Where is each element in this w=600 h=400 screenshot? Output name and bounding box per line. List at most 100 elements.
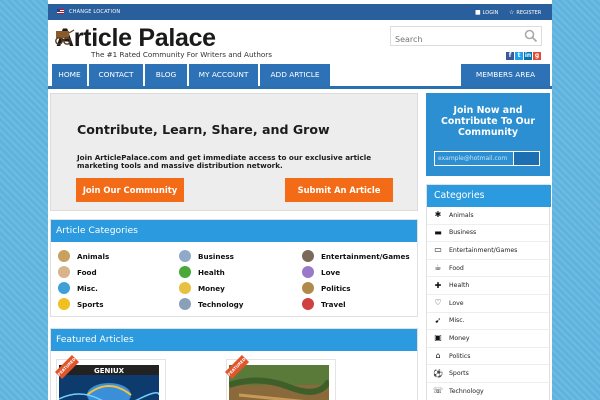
category-label: Entertainment/Games <box>321 251 410 261</box>
featured-articles-box: Featured Articles GENIUX FEATURED FEATUR… <box>50 328 418 400</box>
sidebar-item-label: Technology <box>449 387 484 395</box>
category-label: Money <box>198 283 225 293</box>
category-item[interactable]: Entertainment/Games <box>302 250 410 262</box>
sidebar-item[interactable]: ⌂ Politics <box>427 348 551 366</box>
phone-icon: ☏ <box>433 386 444 396</box>
sidebar-item-label: Misc. <box>449 317 465 325</box>
nav-members-area[interactable]: MEMBERS AREA <box>461 64 550 86</box>
health-icon <box>179 266 191 278</box>
category-label: Food <box>77 267 97 277</box>
sidebar-item[interactable]: ⚽ Sports <box>427 365 551 383</box>
nav-my-account[interactable]: MY ACCOUNT <box>189 64 258 86</box>
sidebar-item-label: Animals <box>449 211 474 219</box>
sidebar-item-label: Health <box>449 282 470 290</box>
food-icon <box>58 266 70 278</box>
briefcase-icon: ▬ <box>434 227 442 237</box>
social-links: f t in g <box>506 52 541 60</box>
category-item[interactable]: Health <box>179 266 225 278</box>
heart-icon: ♡ <box>434 298 442 308</box>
sidebar-item-label: Money <box>449 334 470 342</box>
love-icon <box>302 266 314 278</box>
featured-articles-title: Featured Articles <box>51 329 417 351</box>
category-item[interactable]: Technology <box>179 298 244 310</box>
sidebar-item-label: Politics <box>449 352 471 360</box>
googleplus-icon[interactable]: g <box>533 52 541 60</box>
category-item[interactable]: Animals <box>58 250 109 262</box>
travel-icon <box>302 298 314 310</box>
money-icon: ▣ <box>434 333 442 343</box>
hero-text: Join ArticlePalace.com and get immediate… <box>77 153 372 171</box>
linkedin-icon[interactable]: in <box>524 52 532 60</box>
misc-icon <box>58 282 70 294</box>
nav-blog[interactable]: BLOG <box>145 64 187 86</box>
category-item[interactable]: Sports <box>58 298 104 310</box>
sidebar-item-label: Business <box>449 229 477 237</box>
category-label: Travel <box>321 299 346 309</box>
register-link[interactable]: ☆ REGISTER <box>509 9 541 16</box>
sidebar-item[interactable]: ▬ Business <box>427 225 551 243</box>
page: CHANGE LOCATION ■ LOGIN ☆ REGISTER Article… <box>48 0 552 400</box>
sidebar-item[interactable]: ▭ Entertainment/Games <box>427 242 551 260</box>
category-item[interactable]: Misc. <box>58 282 98 294</box>
search-input[interactable] <box>391 30 516 49</box>
politics-icon <box>302 282 314 294</box>
sidebar-item[interactable]: ☕ Food <box>427 260 551 278</box>
category-label: Politics <box>321 283 351 293</box>
category-label: Misc. <box>77 283 98 293</box>
gamepad-icon: ▭ <box>434 245 442 255</box>
join-community-button[interactable]: Join Our Community <box>76 178 184 202</box>
nav-add-article[interactable]: ADD ARTICLE <box>260 64 330 86</box>
category-item[interactable]: Food <box>58 266 97 278</box>
sidebar-item[interactable]: ✱ Animals <box>427 207 551 225</box>
join-submit-button[interactable] <box>514 151 540 166</box>
institution-icon: ⌂ <box>435 351 441 361</box>
article-categories-title: Article Categories <box>51 220 417 242</box>
sidebar-item-label: Food <box>449 264 464 272</box>
technology-icon <box>179 298 191 310</box>
nav-home[interactable]: HOME <box>52 64 87 86</box>
category-item[interactable]: Love <box>302 266 340 278</box>
coffee-icon: ☕ <box>434 263 442 273</box>
sidebar-item[interactable]: ☏ Technology <box>427 383 551 400</box>
category-item[interactable]: Business <box>179 250 234 262</box>
email-field[interactable]: example@hotmail.com <box>434 151 514 166</box>
category-label: Business <box>198 251 234 261</box>
entertainment-icon <box>302 250 314 262</box>
change-location-link[interactable]: CHANGE LOCATION <box>69 9 120 15</box>
sidebar-categories-title: Categories <box>427 185 551 207</box>
twitter-icon[interactable]: t <box>515 52 523 60</box>
nav-contact[interactable]: CONTACT <box>89 64 143 86</box>
sidebar-item[interactable]: ➹ Misc. <box>427 313 551 331</box>
login-link[interactable]: ■ LOGIN <box>475 9 498 16</box>
us-flag-icon <box>57 9 64 14</box>
category-label: Love <box>321 267 341 277</box>
sidebar-item-label: Love <box>449 299 464 307</box>
lock-icon: ■ <box>475 9 481 16</box>
sidebar-item-label: Sports <box>449 370 469 378</box>
search-icon[interactable] <box>524 29 538 43</box>
category-item[interactable]: Politics <box>302 282 351 294</box>
category-label: Sports <box>77 299 104 309</box>
featured-thumb[interactable]: FEATURED <box>224 354 336 400</box>
star-icon: ☆ <box>509 9 515 16</box>
top-bar: CHANGE LOCATION ■ LOGIN ☆ REGISTER <box>48 4 552 20</box>
featured-thumb[interactable]: GENIUX FEATURED <box>54 354 166 400</box>
featured-image: GENIUX <box>59 365 159 400</box>
site-logo[interactable]: Article Palace The #1 Rated Community Fo… <box>53 24 283 64</box>
sidebar-item[interactable]: ✚ Health <box>427 277 551 295</box>
thumb-caption: GENIUX <box>94 367 125 375</box>
main-nav: HOME CONTACT BLOG MY ACCOUNT ADD ARTICLE… <box>48 64 552 89</box>
facebook-icon[interactable]: f <box>506 52 514 60</box>
money-icon <box>179 282 191 294</box>
search-box <box>390 26 542 49</box>
join-box: Join Now and Contribute To Our Community… <box>426 93 550 176</box>
sidebar-item[interactable]: ▣ Money <box>427 330 551 348</box>
submit-article-button[interactable]: Submit An Article <box>285 178 393 202</box>
hero-panel: Contribute, Learn, Share, and Grow Join … <box>50 93 418 211</box>
category-item[interactable]: Travel <box>302 298 346 310</box>
sidebar-item[interactable]: ♡ Love <box>427 295 551 313</box>
article-categories-box: Article Categories Animals Business Entert… <box>50 219 418 317</box>
category-item[interactable]: Money <box>179 282 225 294</box>
paw-icon: ✱ <box>434 210 442 220</box>
category-label: Technology <box>198 299 244 309</box>
